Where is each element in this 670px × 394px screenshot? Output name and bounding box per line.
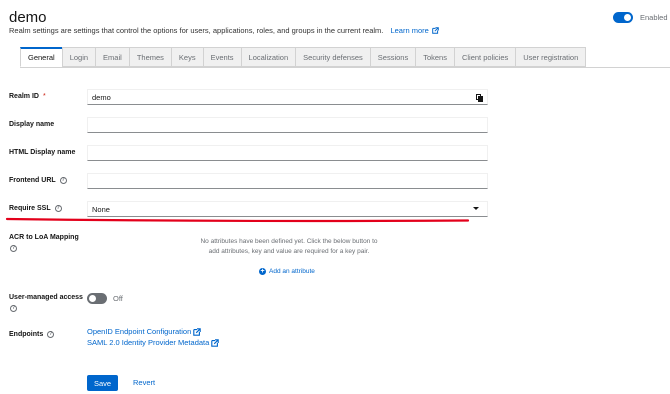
plus-circle-icon: + [259,268,266,275]
require-ssl-select[interactable]: None [87,201,488,217]
require-ssl-label: Require SSL? [9,205,62,212]
tab-localization[interactable]: Localization [240,47,296,67]
page-description: Realm settings are settings that control… [9,26,439,35]
frontend-url-label: Frontend URL? [9,177,67,184]
copy-icon [475,93,483,102]
display-name-label: Display name [9,121,55,128]
toggle-state-label: Off [113,294,123,303]
realm-enabled-toggle[interactable] [613,12,633,23]
add-attribute-button[interactable]: + Add an attribute [259,268,315,275]
enabled-label: Enabled [640,13,668,22]
tabs-divider [20,67,670,68]
red-annotation-underline [5,217,470,223]
help-icon[interactable]: ? [10,305,17,312]
tab-themes[interactable]: Themes [128,47,171,67]
required-marker: * [42,93,46,100]
copy-button[interactable] [470,90,487,104]
external-link-icon [432,27,439,34]
require-ssl-value: None [92,204,110,214]
external-link-icon [193,327,202,336]
page-title: demo [9,9,47,26]
user-managed-access-toggle[interactable] [87,293,107,304]
tab-general[interactable]: General [20,47,62,67]
revert-button[interactable]: Revert [133,378,155,387]
tab-tokens[interactable]: Tokens [415,47,454,67]
description-text: Realm settings are settings that control… [9,26,384,35]
tab-security-defenses[interactable]: Security defenses [295,47,370,67]
help-icon[interactable]: ? [47,331,55,338]
tab-email[interactable]: Email [95,47,129,67]
html-display-name-label: HTML Display name [9,149,76,156]
tab-client-policies[interactable]: Client policies [453,47,516,67]
tab-sessions[interactable]: Sessions [369,47,416,67]
external-link-icon [211,338,220,347]
help-icon[interactable]: ? [54,205,62,212]
save-button[interactable]: Save [87,375,118,391]
display-name-input[interactable] [87,117,488,133]
tab-events[interactable]: Events [202,47,241,67]
user-managed-access-label: User-managed access [9,294,83,301]
help-icon[interactable]: ? [10,245,17,252]
saml-metadata-link[interactable]: SAML 2.0 Identity Provider Metadata [87,338,220,347]
help-icon[interactable]: ? [59,177,67,184]
empty-state-text: No attributes have been defined yet. Cli… [200,238,378,255]
tab-login[interactable]: Login [61,47,96,67]
openid-endpoint-link[interactable]: OpenID Endpoint Configuration [87,327,202,336]
learn-more-link[interactable]: Learn more [390,26,439,35]
endpoints-label: Endpoints? [9,331,55,338]
tab-keys[interactable]: Keys [170,47,203,67]
caret-down-icon [473,207,479,210]
frontend-url-input[interactable] [87,173,488,189]
realm-id-label: Realm ID * [9,93,46,100]
realm-id-field[interactable]: demo [87,89,488,105]
acr-mapping-label: ACR to LoA Mapping [9,234,79,241]
tab-user-registration[interactable]: User registration [515,47,587,67]
html-display-name-input[interactable] [87,145,488,161]
tab-bar: General Login Email Themes Keys Events L… [20,47,587,67]
